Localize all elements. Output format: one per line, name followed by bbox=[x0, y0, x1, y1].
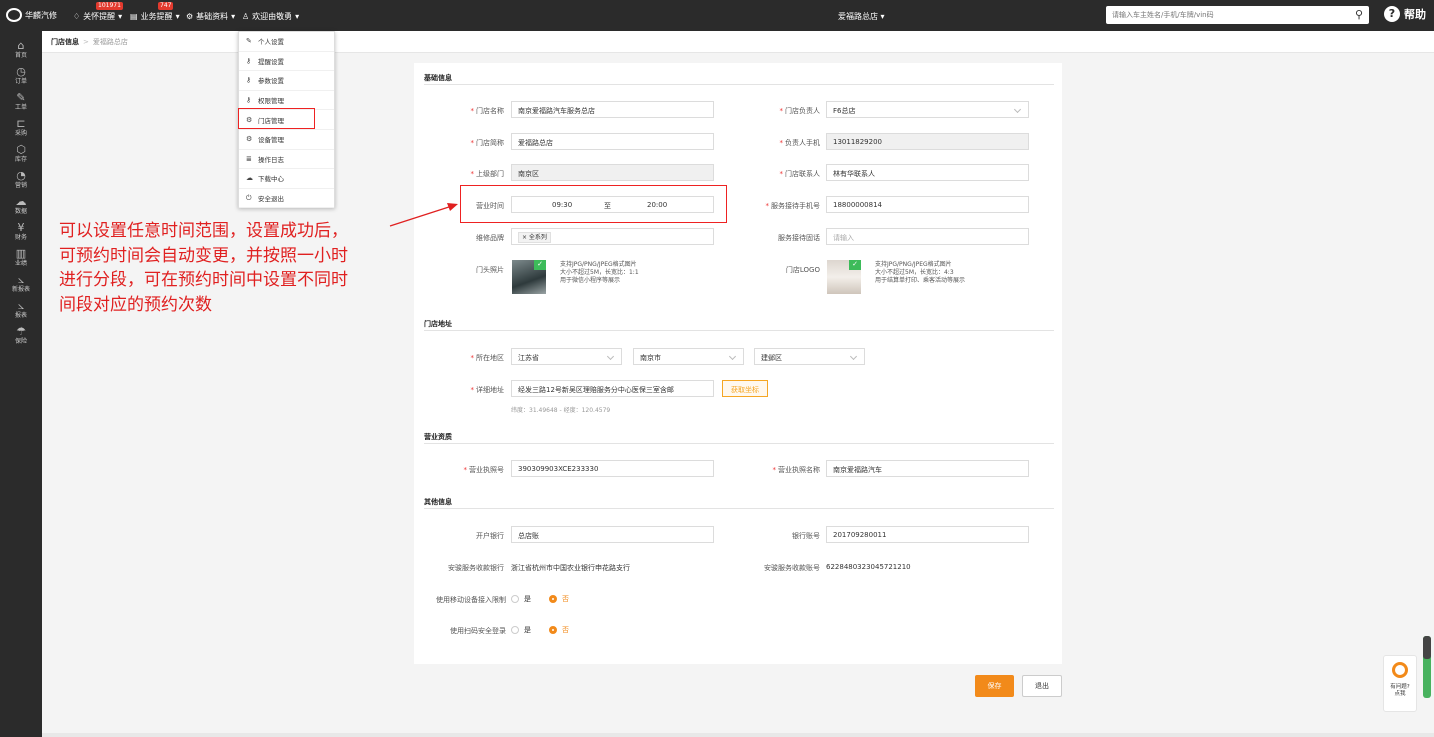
support-widget-text: 点我 bbox=[1394, 691, 1406, 697]
annotation-arrow bbox=[389, 203, 458, 227]
annotation-line: 可以设置任意时间范围，设置成功后， bbox=[59, 221, 348, 241]
bottom-strip bbox=[42, 733, 1434, 737]
headset-icon bbox=[1392, 662, 1408, 678]
support-widget[interactable]: 有问题? 点我 bbox=[1383, 655, 1417, 712]
scrollbar[interactable] bbox=[1423, 636, 1431, 698]
annotation-text: 可以设置任意时间范围，设置成功后， 可预约时间会自动变更，并按照一小时 进行分段… bbox=[59, 219, 409, 317]
support-widget-text: 有问题? bbox=[1390, 684, 1410, 690]
annotation-line: 间段对应的预约次数 bbox=[59, 294, 212, 315]
scrollbar-thumb[interactable] bbox=[1423, 636, 1431, 659]
annotation-line: 进行分段，可在预约时间中设置不同时 bbox=[59, 270, 348, 290]
annotation-line: 可预约时间会自动变更，并按照一小时 bbox=[59, 245, 348, 266]
